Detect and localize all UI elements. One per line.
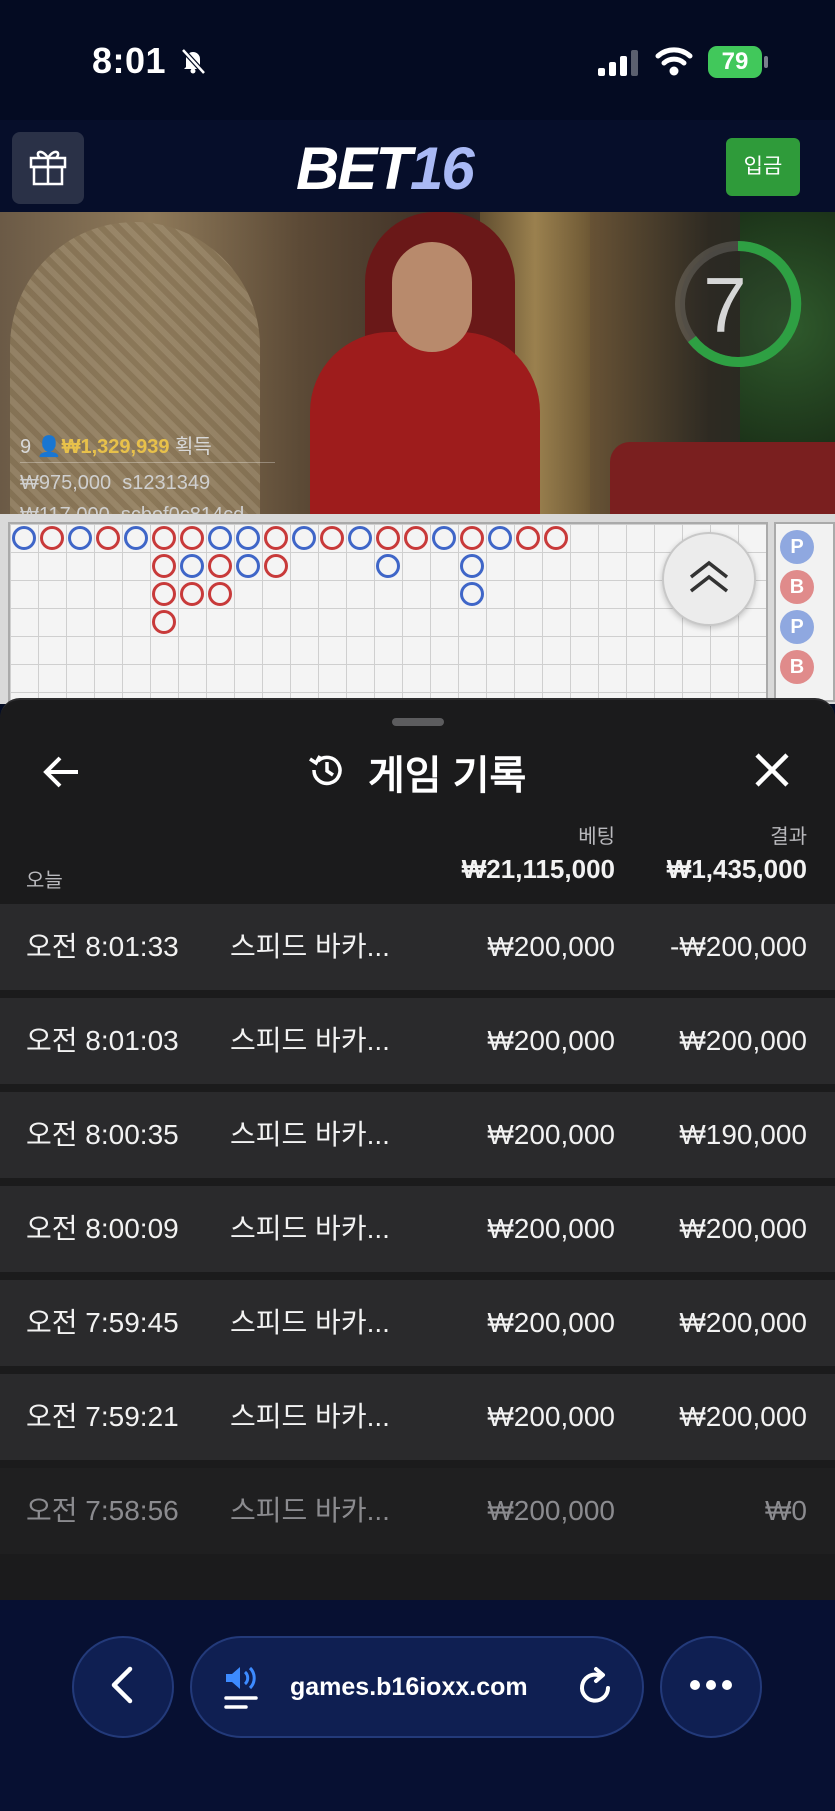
signal-icon [598, 48, 640, 76]
drag-handle[interactable] [392, 718, 444, 726]
game-history-panel: 게임 기록 베팅 결과 오늘 ₩21,115,000 ₩1,435,000 오전… [0, 698, 835, 1602]
banker-bead [152, 582, 176, 606]
column-bet-header: 베팅 [578, 826, 615, 848]
bead-road [8, 522, 768, 702]
wifi-icon [654, 44, 694, 78]
chevron-left-icon [108, 1665, 138, 1710]
winners-summary: 9 👤₩1,329,939 획득 [20, 436, 212, 458]
total-bet: ₩21,115,000 [461, 854, 615, 884]
today-label: 오늘 [26, 870, 63, 892]
banker-bead [96, 526, 120, 550]
banker-bead [264, 526, 288, 550]
player-bead [488, 526, 512, 550]
user-icon: 👤 [36, 436, 62, 458]
banker-bead [208, 582, 232, 606]
player-bead [376, 554, 400, 578]
winner-entry: ₩975,000 s1231349 [20, 472, 211, 494]
deposit-button[interactable]: 입금 [726, 138, 800, 196]
banker-bead [152, 554, 176, 578]
reload-icon[interactable] [576, 1666, 616, 1708]
banker-bead [40, 526, 64, 550]
player-bead [180, 554, 204, 578]
back-arrow-icon[interactable] [40, 750, 84, 794]
gift-button[interactable] [12, 132, 84, 204]
expand-button[interactable] [662, 532, 756, 626]
status-bar: 8:01 79 [0, 0, 835, 120]
battery-indicator: 79 [708, 46, 762, 78]
address-bar[interactable]: games.b16ioxx.com [190, 1636, 644, 1738]
browser-back-button[interactable] [72, 1636, 174, 1738]
side-dot-player: P [780, 530, 814, 564]
speaker-icon[interactable] [222, 1662, 268, 1712]
history-row[interactable]: 오전 7:59:45 스피드 바카... ₩200,000 ₩200,000 [0, 1280, 835, 1366]
url-text: games.b16ioxx.com [290, 1673, 528, 1701]
history-row[interactable]: 오전 8:00:35 스피드 바카... ₩200,000 ₩190,000 [0, 1092, 835, 1178]
player-bead [236, 554, 260, 578]
status-time: 8:01 [92, 40, 167, 81]
banker-bead [404, 526, 428, 550]
more-icon [689, 1678, 733, 1696]
history-list: 오전 8:01:33 스피드 바카... ₩200,000 -₩200,000 … [0, 904, 835, 1562]
player-bead [432, 526, 456, 550]
banker-bead [544, 526, 568, 550]
total-result: ₩1,435,000 [666, 854, 807, 884]
countdown-number: 7 [703, 261, 747, 349]
banker-bead [264, 554, 288, 578]
player-bead [68, 526, 92, 550]
column-result-header: 결과 [770, 826, 807, 848]
player-bead [124, 526, 148, 550]
history-row[interactable]: 오전 7:58:56 스피드 바카... ₩200,000 ₩0 [0, 1468, 835, 1554]
banker-bead [152, 526, 176, 550]
banker-bead [376, 526, 400, 550]
banker-bead [180, 526, 204, 550]
player-bead [460, 582, 484, 606]
prediction-column: P B P B [774, 522, 835, 702]
history-row[interactable]: 오전 8:01:33 스피드 바카... ₩200,000 -₩200,000 [0, 904, 835, 990]
side-dot-banker: B [780, 570, 814, 604]
banker-bead [152, 610, 176, 634]
history-row[interactable]: 오전 8:01:03 스피드 바카... ₩200,000 ₩200,000 [0, 998, 835, 1084]
player-bead [208, 526, 232, 550]
banker-bead [208, 554, 232, 578]
app-header: BET16 입금 [0, 120, 835, 212]
banker-bead [516, 526, 540, 550]
panel-title: 게임 기록 [306, 744, 526, 800]
roadmap: P B P B [0, 514, 835, 704]
more-button[interactable] [660, 1636, 762, 1738]
history-row[interactable]: 오전 7:59:21 스피드 바카... ₩200,000 ₩200,000 [0, 1374, 835, 1460]
player-bead [348, 526, 372, 550]
player-bead [236, 526, 260, 550]
close-icon[interactable] [752, 750, 792, 790]
dealer [310, 332, 540, 514]
history-row[interactable]: 오전 8:00:09 스피드 바카... ₩200,000 ₩200,000 [0, 1186, 835, 1272]
side-dot-player: P [780, 610, 814, 644]
winner-entry: ₩117,000 scbof0c814cd [20, 504, 244, 514]
chevron-up-double-icon [687, 557, 731, 602]
banker-bead [320, 526, 344, 550]
live-video[interactable]: 7 9 👤₩1,329,939 획득 ₩975,000 s1231349 ₩11… [0, 212, 835, 514]
bell-slash-icon [178, 46, 208, 83]
player-bead [12, 526, 36, 550]
player-bead [292, 526, 316, 550]
logo: BET16 [296, 135, 475, 202]
history-icon [306, 749, 348, 796]
player-bead [460, 554, 484, 578]
banker-bead [180, 582, 204, 606]
gift-icon [26, 144, 70, 193]
side-dot-banker: B [780, 650, 814, 684]
banker-bead [460, 526, 484, 550]
browser-toolbar: games.b16ioxx.com [0, 1600, 835, 1811]
